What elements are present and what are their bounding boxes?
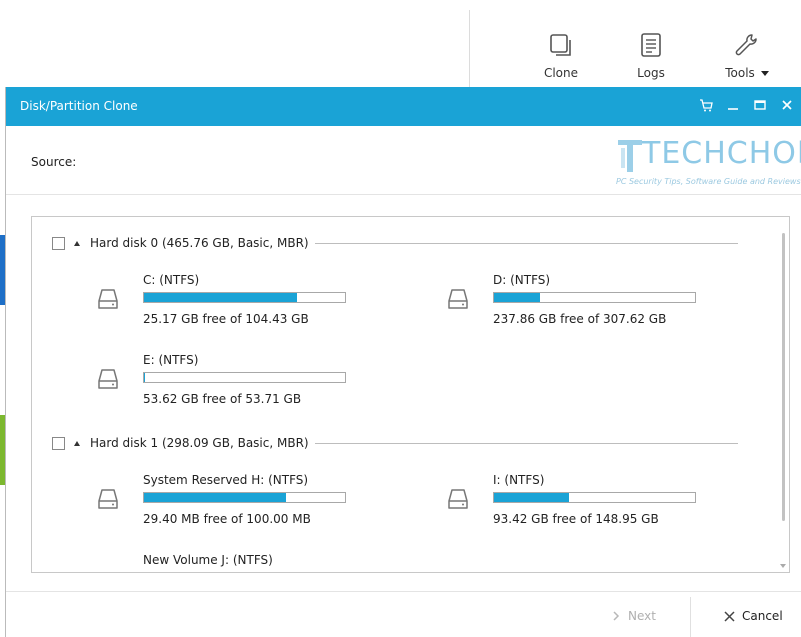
- cancel-button[interactable]: Cancel: [724, 609, 783, 623]
- dialog-title: Disk/Partition Clone: [20, 99, 138, 113]
- main-toolbar: Clone Logs Tools: [0, 0, 801, 87]
- scrollbar-thumb[interactable]: [782, 233, 785, 521]
- tools-label: Tools: [725, 66, 755, 80]
- watermark-tagline: PC Security Tips, Software Guide and Rev…: [616, 177, 801, 186]
- source-row: Source: TECHCHORE PC Security Tips, Soft…: [6, 126, 801, 195]
- partition-free-space: 93.42 GB free of 148.95 GB: [493, 512, 659, 526]
- next-button[interactable]: Next: [612, 609, 656, 623]
- partition-free-space: 29.40 MB free of 100.00 MB: [143, 512, 311, 526]
- logs-label: Logs: [637, 66, 665, 80]
- usage-bar-fill: [144, 493, 286, 502]
- partition-item[interactable]: New Volume J: (NTFS): [96, 553, 396, 572]
- partition-name: E: (NTFS): [143, 353, 199, 367]
- usage-bar: [493, 292, 696, 303]
- usage-bar-fill: [494, 493, 569, 502]
- footer-separator: [690, 597, 691, 637]
- cancel-label: Cancel: [742, 609, 783, 623]
- usage-bar-fill: [144, 293, 297, 302]
- partition-item[interactable]: D: (NTFS) 237.86 GB free of 307.62 GB: [446, 273, 746, 333]
- usage-bar: [493, 492, 696, 503]
- close-icon[interactable]: [779, 97, 795, 113]
- partition-item[interactable]: E: (NTFS) 53.62 GB free of 53.71 GB: [96, 353, 396, 413]
- disk-header: Hard disk 0 (465.76 GB, Basic, MBR): [52, 236, 738, 250]
- usage-bar: [143, 372, 346, 383]
- disk-header: Hard disk 1 (298.09 GB, Basic, MBR): [52, 436, 738, 450]
- disk-label: Hard disk 0 (465.76 GB, Basic, MBR): [90, 236, 309, 250]
- clone-dialog: Disk/Partition Clone Source: TECHCHO PC …: [5, 87, 801, 637]
- disk-label: Hard disk 1 (298.09 GB, Basic, MBR): [90, 436, 309, 450]
- hard-drive-icon: [98, 369, 118, 389]
- next-label: Next: [628, 609, 656, 623]
- partition-free-space: 237.86 GB free of 307.62 GB: [493, 312, 667, 326]
- clone-toolbar-button[interactable]: Clone: [531, 30, 591, 84]
- tools-label-wrap: Tools: [712, 66, 782, 80]
- clone-label: Clone: [543, 66, 579, 80]
- partition-name: D: (NTFS): [493, 273, 551, 287]
- toolbar-divider: [469, 10, 470, 87]
- partition-free-space: 25.17 GB free of 104.43 GB: [143, 312, 309, 326]
- usage-bar: [143, 492, 346, 503]
- watermark-brand: TECHCHORE: [642, 136, 801, 171]
- maximize-icon[interactable]: [752, 97, 768, 113]
- window-controls: [698, 97, 795, 113]
- dropdown-arrow-icon: [760, 71, 769, 76]
- partition-free-space: 53.62 GB free of 53.71 GB: [143, 392, 302, 406]
- partition-item[interactable]: System Reserved H: (NTFS) 29.40 MB free …: [96, 473, 396, 533]
- disk-checkbox[interactable]: [52, 436, 65, 450]
- partition-item[interactable]: C: (NTFS) 25.17 GB free of 104.43 GB: [96, 273, 396, 333]
- hard-drive-icon: [448, 489, 468, 509]
- collapse-triangle-icon[interactable]: [74, 440, 80, 446]
- collapse-triangle-icon[interactable]: [74, 240, 80, 246]
- clone-icon: [531, 30, 591, 60]
- partition-list[interactable]: Hard disk 0 (465.76 GB, Basic, MBR) C: (…: [31, 216, 790, 573]
- partition-item[interactable]: I: (NTFS) 93.42 GB free of 148.95 GB: [446, 473, 746, 533]
- partition-name: I: (NTFS): [493, 473, 545, 487]
- wrench-icon: [712, 30, 782, 60]
- logo-mark-icon: [618, 140, 642, 172]
- tools-toolbar-button[interactable]: Tools: [712, 30, 782, 84]
- partition-name: C: (NTFS): [143, 273, 200, 287]
- watermark-logo: TECHCHORE PC Security Tips, Software Gui…: [616, 136, 801, 191]
- hard-drive-icon: [98, 289, 118, 309]
- hard-drive-icon: [448, 289, 468, 309]
- partition-name: System Reserved H: (NTFS): [143, 473, 309, 487]
- usage-bar: [143, 292, 346, 303]
- logs-toolbar-button[interactable]: Logs: [621, 30, 681, 84]
- disk-separator: [314, 242, 738, 244]
- footer-divider: [6, 591, 801, 592]
- disk-separator: [314, 442, 738, 444]
- usage-bar-fill: [494, 293, 540, 302]
- chevron-right-icon: [613, 611, 620, 621]
- x-icon: [724, 610, 735, 622]
- source-label: Source:: [31, 155, 77, 169]
- app-window: Clone Logs Tools Disk/Partition Clone So…: [0, 0, 801, 637]
- partition-name: New Volume J: (NTFS): [143, 553, 273, 567]
- hard-drive-icon: [98, 489, 118, 509]
- cart-icon[interactable]: [698, 97, 714, 113]
- dialog-titlebar: Disk/Partition Clone: [6, 87, 801, 126]
- minimize-icon[interactable]: [725, 97, 741, 113]
- logs-icon: [621, 30, 681, 60]
- scroll-down-arrow-icon[interactable]: [780, 564, 786, 568]
- disk-checkbox[interactable]: [52, 236, 65, 250]
